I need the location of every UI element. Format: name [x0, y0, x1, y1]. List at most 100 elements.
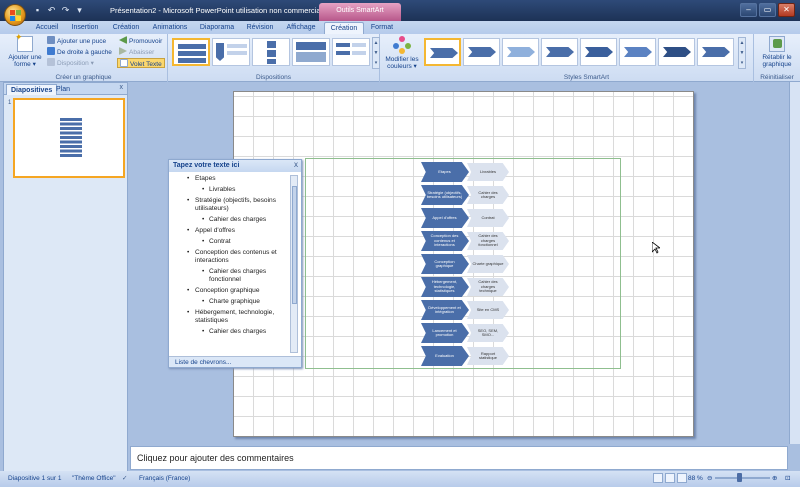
chevron-deliverable[interactable]: Livrables: [467, 163, 509, 181]
chevron-step[interactable]: Stratégie (objectifs, besoins utilisateu…: [421, 185, 469, 205]
chevron-deliverable[interactable]: Contrat: [467, 209, 509, 227]
layout-name-link[interactable]: Liste de chevrons...: [169, 356, 301, 367]
text-pane-item[interactable]: Appel d'offres: [175, 227, 291, 235]
chevron-row[interactable]: Conception graphique Charte graphique: [421, 254, 511, 274]
fit-window-icon[interactable]: ⊡: [785, 472, 790, 486]
promote-button[interactable]: Promouvoir: [119, 36, 162, 46]
chevron-row[interactable]: Appel d'offres Contrat: [421, 208, 511, 228]
chevron-row[interactable]: Lancement et promotion SEO, SEM, SMO...: [421, 323, 511, 343]
style-thumb-5[interactable]: [580, 38, 617, 66]
text-pane-subitem[interactable]: Charte graphique: [175, 298, 291, 306]
chevron-deliverable[interactable]: Cahier des charges technique: [467, 278, 509, 296]
chevron-row[interactable]: Evaluation Rapport statistique: [421, 346, 511, 366]
right-to-left-button[interactable]: De droite à gauche: [47, 47, 112, 57]
layout-thumb-3[interactable]: [252, 38, 290, 66]
chevron-deliverable[interactable]: Cahier des charges: [467, 186, 509, 204]
save-icon[interactable]: ▪: [32, 5, 43, 16]
style-thumb-7[interactable]: [658, 38, 695, 66]
text-pane-subitem[interactable]: Contrat: [175, 238, 291, 246]
chevron-step[interactable]: Hébergement, technologie, statistiques: [421, 277, 469, 297]
chevron-deliverable[interactable]: Site en CMS: [467, 301, 509, 319]
style-thumb-8[interactable]: [697, 38, 734, 66]
chevron-deliverable[interactable]: SEO, SEM, SMO...: [467, 324, 509, 342]
zoom-level[interactable]: 88 %: [688, 472, 703, 486]
style-thumb-3[interactable]: [502, 38, 539, 66]
text-pane-toggle[interactable]: Volet Texte: [117, 58, 165, 68]
text-pane-subitem[interactable]: Livrables: [175, 186, 291, 194]
add-shape-button[interactable]: ✦ Ajouter une forme ▾: [6, 33, 44, 69]
zoom-slider-knob[interactable]: [737, 473, 742, 482]
text-pane-item[interactable]: Etapes: [175, 175, 291, 183]
chevron-row[interactable]: Etapes Livrables: [421, 162, 511, 182]
vertical-scrollbar[interactable]: [789, 82, 800, 444]
scroll-thumb[interactable]: [292, 186, 297, 304]
chevron-deliverable[interactable]: Cahier des charges fonctionnel: [467, 232, 509, 250]
style-thumb-6[interactable]: [619, 38, 656, 66]
language[interactable]: Français (France): [139, 472, 190, 486]
add-bullet-button[interactable]: Ajouter une puce: [47, 36, 106, 46]
tab-revision[interactable]: Révision: [242, 22, 278, 34]
tab-affichage[interactable]: Affichage: [282, 22, 320, 34]
chevron-step[interactable]: Appel d'offres: [421, 208, 469, 228]
notes-pane[interactable]: Cliquez pour ajouter des commentaires: [130, 446, 788, 470]
reset-graphic-button[interactable]: Rétablir le graphique: [756, 36, 798, 68]
change-colors-button[interactable]: Modifier les couleurs ▾: [384, 36, 420, 70]
tab-insertion[interactable]: Insertion: [66, 22, 104, 34]
layout-thumb-2[interactable]: [212, 38, 250, 66]
text-pane-subitem[interactable]: Cahier des charges fonctionnel: [175, 268, 291, 284]
demote-button[interactable]: Abaisser: [119, 47, 154, 57]
minimize-button[interactable]: –: [740, 3, 757, 17]
chevron-step[interactable]: Lancement et promotion: [421, 323, 469, 343]
close-icon[interactable]: x: [294, 160, 298, 169]
tab-smartart-creation[interactable]: Création: [324, 22, 364, 34]
normal-view-icon[interactable]: [653, 473, 663, 483]
redo-icon[interactable]: ↷: [60, 5, 71, 16]
undo-icon[interactable]: ↶: [46, 5, 57, 16]
tab-slides[interactable]: Diapositives: [6, 84, 58, 95]
chevron-row[interactable]: Développement et intégration Site en CMS: [421, 300, 511, 320]
layout-thumb-1[interactable]: [172, 38, 210, 66]
chevron-step[interactable]: Evaluation: [421, 346, 469, 366]
chevron-row[interactable]: Hébergement, technologie, statistiques Ca…: [421, 277, 511, 297]
smartart-frame[interactable]: Etapes Livrables Stratégie (objectifs, bes…: [305, 158, 621, 369]
sorter-view-icon[interactable]: [665, 473, 675, 483]
layouts-scroll[interactable]: ▲ ▼ ▾: [372, 37, 380, 69]
chevron-row[interactable]: Stratégie (objectifs, besoins utilisateu…: [421, 185, 511, 205]
chevron-deliverable[interactable]: Charte graphique: [467, 255, 509, 273]
tab-outline[interactable]: Plan: [52, 84, 74, 95]
text-pane-subitem[interactable]: Cahier des charges: [175, 216, 291, 224]
tab-smartart-format[interactable]: Format: [366, 22, 398, 34]
chevron-step[interactable]: Conception des contenus et interactions: [421, 231, 469, 251]
chevron-step[interactable]: Développement et intégration: [421, 300, 469, 320]
text-pane-item[interactable]: Hébergement, technologie, statistiques: [175, 309, 291, 325]
style-thumb-2[interactable]: [463, 38, 500, 66]
text-pane-scrollbar[interactable]: [290, 175, 298, 353]
customize-icon[interactable]: ▾: [74, 5, 85, 16]
spellcheck-icon[interactable]: ✓: [122, 472, 127, 486]
zoom-out-icon[interactable]: ⊖: [707, 472, 712, 486]
slide-thumbnail[interactable]: [13, 98, 125, 178]
zoom-slider[interactable]: [715, 477, 770, 479]
office-button[interactable]: [4, 4, 26, 26]
layout-thumb-4[interactable]: [292, 38, 330, 66]
text-pane-subitem[interactable]: Cahier des charges: [175, 328, 291, 336]
maximize-button[interactable]: ▭: [759, 3, 776, 17]
tab-diaporama[interactable]: Diaporama: [196, 22, 238, 34]
close-icon[interactable]: x: [120, 84, 124, 91]
layout-dropdown[interactable]: Disposition ▾: [47, 58, 94, 68]
chevron-step[interactable]: Conception graphique: [421, 254, 469, 274]
text-pane-item[interactable]: Stratégie (objectifs, besoins utilisateu…: [175, 197, 291, 213]
close-button[interactable]: ✕: [778, 3, 795, 17]
tab-animations[interactable]: Animations: [148, 22, 192, 34]
text-pane-item[interactable]: Conception des contenus et interactions: [175, 249, 291, 265]
tab-creation[interactable]: Création: [108, 22, 144, 34]
zoom-in-icon[interactable]: ⊕: [772, 472, 777, 486]
chevron-row[interactable]: Conception des contenus et interactions C…: [421, 231, 511, 251]
chevron-step[interactable]: Etapes: [421, 162, 469, 182]
slideshow-view-icon[interactable]: [677, 473, 687, 483]
style-thumb-4[interactable]: [541, 38, 578, 66]
styles-scroll[interactable]: ▲ ▼ ▾: [738, 37, 746, 69]
text-pane-item[interactable]: Conception graphique: [175, 287, 291, 295]
style-thumb-1[interactable]: [424, 38, 461, 66]
layout-thumb-5[interactable]: [332, 38, 370, 66]
